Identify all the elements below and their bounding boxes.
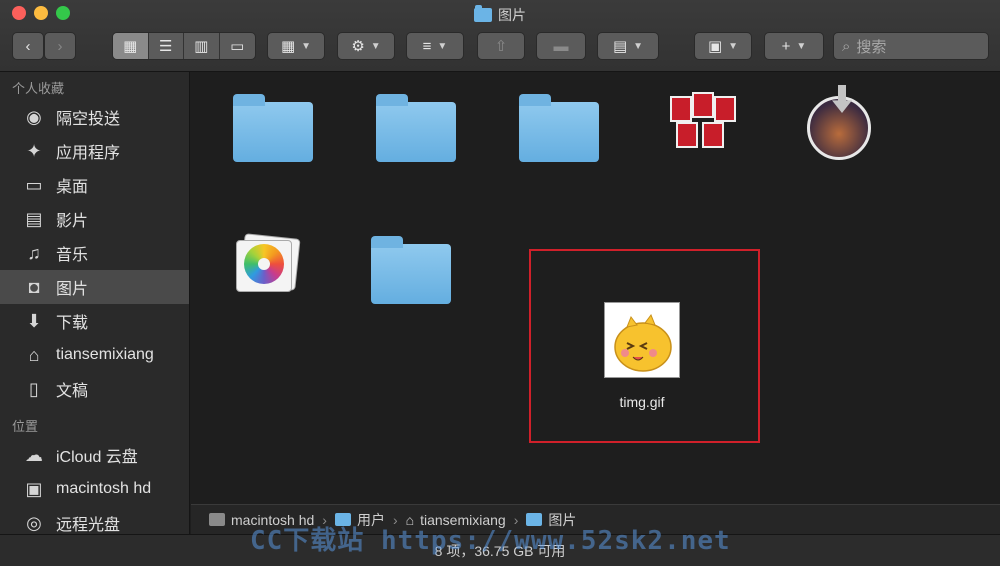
search-field[interactable]: ⌕ 搜索 xyxy=(833,32,989,60)
search-placeholder: 搜索 xyxy=(856,38,887,56)
installer-item[interactable] xyxy=(779,85,899,216)
blurred-label xyxy=(351,320,471,340)
sidebar-item-label: tiansemixiang xyxy=(56,346,154,363)
folder-item[interactable] xyxy=(213,94,333,218)
view-mode-selector[interactable]: ▦ ☰ ▥ ▭ xyxy=(112,32,256,60)
folder-icon xyxy=(371,236,451,304)
applications-icon: ✦ xyxy=(26,140,42,161)
tags-button[interactable]: ▬ xyxy=(536,32,586,60)
sidebar-item-documents[interactable]: ▯ 文稿 xyxy=(0,372,189,406)
downloads-icon: ⬇ xyxy=(26,310,42,331)
airdrop-icon: ◉ xyxy=(26,106,42,127)
add-button[interactable]: + ▼ xyxy=(764,32,824,60)
back-button[interactable]: ‹ xyxy=(12,32,44,60)
sidebar-item-label: macintosh hd xyxy=(56,480,152,497)
documents-icon: ▯ xyxy=(29,378,39,399)
sidebar-favorites-header: 个人收藏 xyxy=(12,81,65,96)
sidebar-item-label: 远程光盘 xyxy=(56,517,121,534)
blurred-label xyxy=(206,312,326,352)
sidebar-item-airdrop[interactable]: ◉ 隔空投送 xyxy=(0,100,189,134)
harddisk-icon: ▣ xyxy=(25,478,43,499)
photos-library-item[interactable] xyxy=(206,233,326,352)
sidebar-item-desktop[interactable]: ▭ 桌面 xyxy=(0,168,189,202)
sidebar-item-home[interactable]: ⌂ tiansemixiang xyxy=(0,338,189,372)
blurred-label xyxy=(641,168,761,188)
gif-thumbnail[interactable] xyxy=(604,302,680,378)
window-title-text: 图片 xyxy=(498,7,526,23)
home-icon: ⌂ xyxy=(28,344,40,365)
blurred-label xyxy=(779,176,899,216)
sidebar-item-label: 音乐 xyxy=(56,247,89,264)
forward-button[interactable]: › xyxy=(44,32,76,60)
folder-icon xyxy=(474,5,492,22)
sidebar-item-music[interactable]: ♫ 音乐 xyxy=(0,236,189,270)
folder-item[interactable] xyxy=(351,236,471,340)
folder-item[interactable] xyxy=(356,94,476,218)
sidebar-item-label: 文稿 xyxy=(56,383,89,400)
folder-item[interactable] xyxy=(499,94,619,218)
harddisk-icon xyxy=(209,513,225,526)
sidebar-item-label: 桌面 xyxy=(56,179,89,196)
icon-view-button[interactable]: ▦ xyxy=(113,33,149,59)
action-button[interactable]: ⚙ ▼ xyxy=(337,32,395,60)
column-view-button[interactable]: ▥ xyxy=(184,33,220,59)
share-button[interactable]: ⇧ xyxy=(477,32,525,60)
folder-icon xyxy=(233,94,313,162)
blurred-label xyxy=(213,178,333,218)
photo-booth-icon xyxy=(666,92,736,152)
chevron-down-icon: ▼ xyxy=(728,40,739,52)
chevron-down-icon: ▼ xyxy=(437,40,448,52)
chevron-down-icon: ▼ xyxy=(633,40,644,52)
toolbar: 图片 ‹ › ▦ ☰ ▥ ▭ ▦ ▼ ⚙ ▼ ≡ ▼ ⇧ ▬ ▤ ▼ ▣ ▼ + ▼ ⌕ 搜… xyxy=(0,0,1000,72)
folder-icon xyxy=(519,94,599,162)
desktop-icon: ▭ xyxy=(25,174,43,195)
icloud-icon: ☁ xyxy=(25,444,43,465)
music-icon: ♫ xyxy=(27,242,41,263)
window-title: 图片 xyxy=(0,5,1000,25)
remote-disc-icon: ◎ xyxy=(26,512,42,533)
sidebar-item-pictures[interactable]: ◘ 图片 xyxy=(0,270,189,304)
sidebar-item-label: 应用程序 xyxy=(56,145,121,162)
new-document-button[interactable]: ▤ ▼ xyxy=(597,32,659,60)
sidebar-item-label: 隔空投送 xyxy=(56,111,121,128)
gallery-view-button[interactable]: ▭ xyxy=(220,33,255,59)
file-name-label: timg.gif xyxy=(619,394,665,410)
chevron-down-icon: ▼ xyxy=(301,40,312,52)
blurred-label xyxy=(356,178,476,218)
folder-icon xyxy=(376,94,456,162)
sidebar-locations-header: 位置 xyxy=(12,419,39,434)
cartoon-thumbnail-image xyxy=(605,303,679,377)
sidebar-item-applications[interactable]: ✦ 应用程序 xyxy=(0,134,189,168)
chevron-down-icon: ▼ xyxy=(796,40,807,52)
installer-icon xyxy=(807,85,871,160)
chevron-down-icon: ▼ xyxy=(370,40,381,52)
watermark: CC下载站 https://www.52sk2.net xyxy=(250,526,731,556)
movies-icon: ▤ xyxy=(25,208,43,229)
sidebar-item-macintosh-hd[interactable]: ▣ macintosh hd xyxy=(0,472,189,506)
group-button[interactable]: ▦ ▼ xyxy=(267,32,325,60)
photo-library-item[interactable] xyxy=(641,92,761,188)
list-view-button[interactable]: ☰ xyxy=(149,33,184,59)
sidebar-item-downloads[interactable]: ⬇ 下载 xyxy=(0,304,189,338)
search-icon: ⌕ xyxy=(842,37,851,55)
sidebar-item-label: 下载 xyxy=(56,315,89,332)
sidebar-item-label: 图片 xyxy=(56,281,89,298)
app-launcher-button[interactable]: ▣ ▼ xyxy=(694,32,752,60)
arrange-button[interactable]: ≡ ▼ xyxy=(406,32,464,60)
pictures-icon: ◘ xyxy=(28,276,40,297)
photos-icon xyxy=(234,233,301,296)
file-grid: timg.gif xyxy=(191,72,1000,504)
sidebar: 个人收藏 ◉ 隔空投送 ✦ 应用程序 ▭ 桌面 ▤ 影片 ♫ 音乐 ◘ 图片 ⬇… xyxy=(0,72,190,566)
sidebar-item-icloud[interactable]: ☁ iCloud 云盘 xyxy=(0,438,189,472)
sidebar-item-label: iCloud 云盘 xyxy=(56,449,138,466)
sidebar-item-label: 影片 xyxy=(56,213,89,230)
blurred-label xyxy=(499,178,619,218)
sidebar-item-movies[interactable]: ▤ 影片 xyxy=(0,202,189,236)
